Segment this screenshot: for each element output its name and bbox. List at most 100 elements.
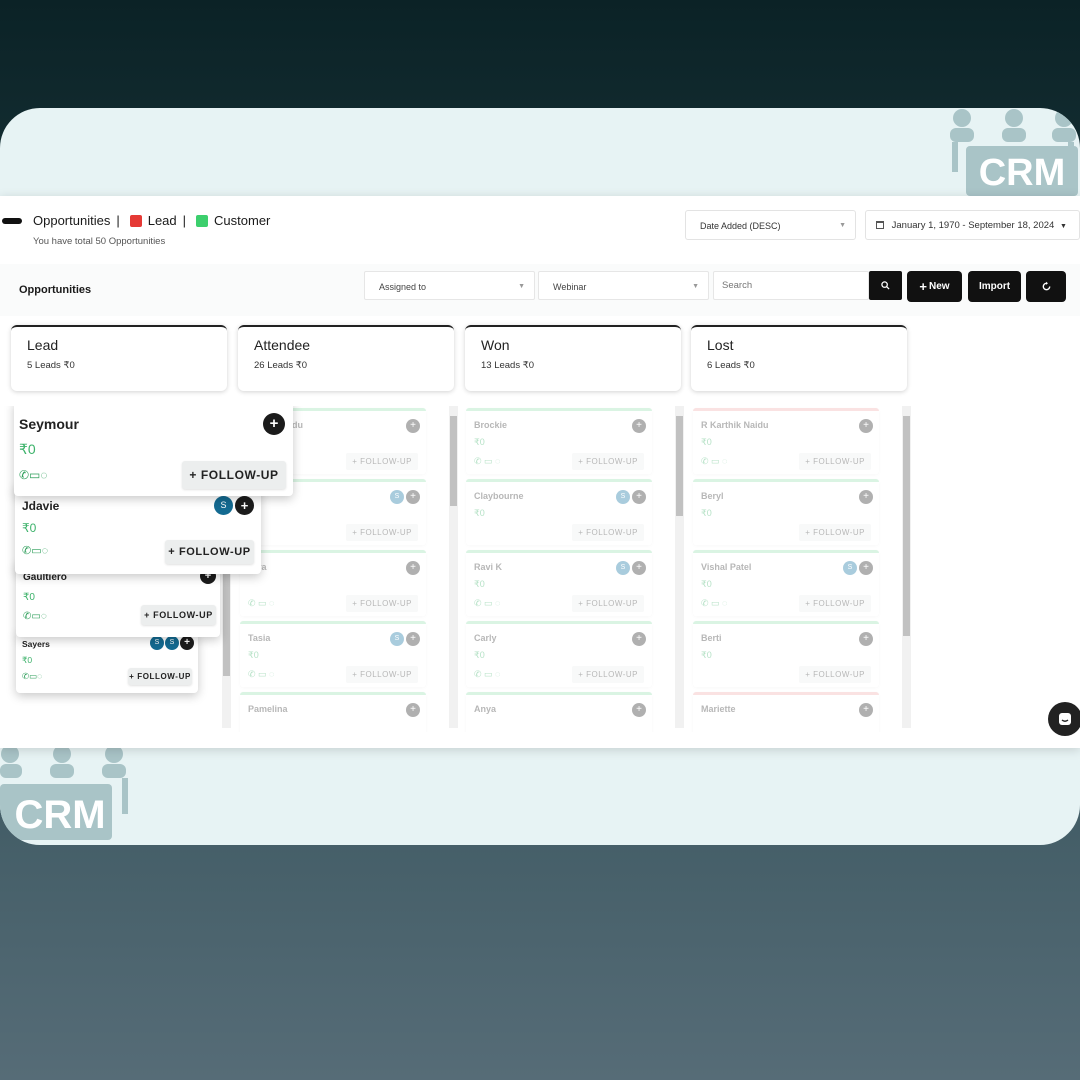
lead-card[interactable]: Pamelina + <box>240 692 426 732</box>
lead-name: R Karthik Naidu <box>701 420 769 430</box>
title-lead: Lead <box>147 213 177 228</box>
lead-name: Brockie <box>474 420 508 430</box>
add-icon[interactable]: + <box>406 561 420 575</box>
lost-scrollbar[interactable] <box>902 406 911 728</box>
follow-up-button[interactable]: + FOLLOW-UP <box>572 453 644 470</box>
sort-select[interactable]: Date Added (DESC) ▼ <box>685 210 856 240</box>
add-icon[interactable]: + <box>632 561 646 575</box>
caret-down-icon: ▼ <box>1059 223 1067 230</box>
follow-up-button[interactable]: + FOLLOW-UP <box>182 461 286 489</box>
follow-up-button[interactable]: + FOLLOW-UP <box>346 524 418 541</box>
lead-name: Ravi K <box>474 562 503 572</box>
title-separator: | <box>116 213 120 228</box>
lead-card-jdavie[interactable]: Jdavie ₹0 ✆▭◌ S + + FOLLOW-UP <box>15 484 261 574</box>
follow-up-button[interactable]: + FOLLOW-UP <box>128 668 192 685</box>
lead-card[interactable]: Mariette + <box>693 692 879 732</box>
add-icon[interactable]: + <box>263 413 285 435</box>
follow-up-button[interactable]: + FOLLOW-UP <box>799 524 871 541</box>
contact-icons: ✆ ▭ ◌ <box>474 598 501 608</box>
avatar: S <box>150 636 164 650</box>
contact-icons: ✆ ▭ ◌ <box>474 669 501 679</box>
refresh-button[interactable] <box>1026 271 1066 302</box>
chevron-down-icon: ▼ <box>839 222 846 229</box>
contact-icons: ✆ ▭ ◌ <box>248 669 275 679</box>
follow-up-button[interactable]: + FOLLOW-UP <box>799 595 871 612</box>
add-icon[interactable]: + <box>406 703 420 717</box>
add-icon[interactable]: + <box>859 419 873 433</box>
lead-card-seymour[interactable]: Seymour ₹0 ✆▭◌ + + FOLLOW-UP <box>14 406 293 496</box>
add-icon[interactable]: + <box>859 561 873 575</box>
lead-card[interactable]: Anya + <box>466 692 652 732</box>
add-icon[interactable]: + <box>406 490 420 504</box>
follow-up-button[interactable]: + FOLLOW-UP <box>799 666 871 683</box>
add-icon[interactable]: + <box>632 419 646 433</box>
lead-amount: ₹0 <box>22 521 37 535</box>
lead-name: Beryl <box>701 491 724 501</box>
import-button[interactable]: Import <box>968 271 1021 302</box>
lead-name: Tasia <box>248 633 271 643</box>
lead-card[interactable]: R Karthik Naidu ₹0 ✆ ▭ ◌ + + FOLLOW-UP <box>693 408 879 474</box>
add-icon[interactable]: + <box>406 632 420 646</box>
lead-amount: ₹0 <box>474 579 485 589</box>
lead-name: Jdavie <box>22 499 60 513</box>
add-icon[interactable]: + <box>180 636 194 650</box>
add-icon[interactable]: + <box>632 490 646 504</box>
follow-up-button[interactable]: + FOLLOW-UP <box>141 605 216 625</box>
column-attendee: Attendee 26 Leads ₹0 <box>238 325 454 391</box>
lead-card[interactable]: Claybourne ₹0 S + + FOLLOW-UP <box>466 479 652 545</box>
lead-card-sayers[interactable]: Sayers ₹0 ✆▭◌ S S + + FOLLOW-UP <box>16 631 198 693</box>
add-icon[interactable]: + <box>859 632 873 646</box>
scrollbar-thumb[interactable] <box>676 416 683 516</box>
follow-up-button[interactable]: + FOLLOW-UP <box>346 666 418 683</box>
follow-up-button[interactable]: + FOLLOW-UP <box>346 595 418 612</box>
add-icon[interactable]: + <box>406 419 420 433</box>
lead-card[interactable]: Beryl ₹0 + + FOLLOW-UP <box>693 479 879 545</box>
search-button[interactable] <box>869 271 902 300</box>
search-input[interactable] <box>713 271 869 300</box>
lead-amount: ₹0 <box>701 508 712 518</box>
follow-up-button[interactable]: + FOLLOW-UP <box>572 595 644 612</box>
follow-up-button[interactable]: + FOLLOW-UP <box>799 453 871 470</box>
won-scrollbar[interactable] <box>675 406 684 728</box>
follow-up-button[interactable]: + FOLLOW-UP <box>165 540 254 564</box>
contact-icons: ✆ ▭ ◌ <box>701 598 728 608</box>
lead-card[interactable]: ra + ✆ ▭ ◌ + FOLLOW-UP <box>240 550 426 616</box>
follow-up-button[interactable]: + FOLLOW-UP <box>572 666 644 683</box>
date-range-picker[interactable]: January 1, 1970 - September 18, 2024 ▼ <box>865 210 1080 240</box>
avatar: S <box>843 561 857 575</box>
add-icon[interactable]: + <box>859 490 873 504</box>
avatar: S <box>390 490 404 504</box>
lead-card[interactable]: Brockie ₹0 ✆ ▭ ◌ + + FOLLOW-UP <box>466 408 652 474</box>
lead-name: Mariette <box>701 704 736 714</box>
scrollbar-thumb[interactable] <box>450 416 457 506</box>
avatar: S <box>616 561 630 575</box>
menu-toggle-icon[interactable] <box>2 218 22 224</box>
new-button[interactable]: + New <box>907 271 962 302</box>
lead-card[interactable]: Berti ₹0 + + FOLLOW-UP <box>693 621 879 687</box>
lead-card[interactable]: Tasia ₹0 ✆ ▭ ◌ S + + FOLLOW-UP <box>240 621 426 687</box>
lead-card[interactable]: Carly ₹0 ✆ ▭ ◌ + + FOLLOW-UP <box>466 621 652 687</box>
scrollbar-thumb[interactable] <box>903 416 910 636</box>
lead-amount: ₹0 <box>23 592 35 603</box>
attendee-scrollbar[interactable] <box>449 406 458 728</box>
lead-card[interactable]: Vishal Patel ₹0 ✆ ▭ ◌ S + + FOLLOW-UP <box>693 550 879 616</box>
lead-color-swatch <box>129 214 142 227</box>
title-customer: Customer <box>214 213 271 228</box>
lead-amount: ₹0 <box>19 441 36 457</box>
contact-icons: ✆▭◌ <box>22 545 49 557</box>
add-icon[interactable]: + <box>859 703 873 717</box>
chat-widget-button[interactable] <box>1048 702 1080 736</box>
follow-up-button[interactable]: + FOLLOW-UP <box>572 524 644 541</box>
search-icon <box>881 281 890 290</box>
webinar-select[interactable]: Webinar ▼ <box>538 271 709 300</box>
add-icon[interactable]: + <box>632 632 646 646</box>
add-icon[interactable]: + <box>632 703 646 717</box>
opportunities-toolbar: Opportunities Assigned to ▼ Webinar ▼ + … <box>0 264 1080 316</box>
lead-name: Carly <box>474 633 497 643</box>
lead-card[interactable]: Ravi K ₹0 ✆ ▭ ◌ S + + FOLLOW-UP <box>466 550 652 616</box>
add-icon[interactable]: + <box>235 496 254 515</box>
sort-value: Date Added (DESC) <box>700 221 781 231</box>
assigned-to-select[interactable]: Assigned to ▼ <box>364 271 535 300</box>
opportunity-count: You have total 50 Opportunities <box>33 236 166 247</box>
follow-up-button[interactable]: + FOLLOW-UP <box>346 453 418 470</box>
